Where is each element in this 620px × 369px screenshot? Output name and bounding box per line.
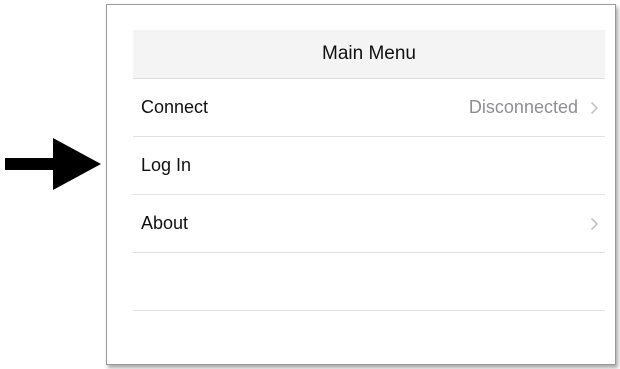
menu-item-label: About	[141, 213, 189, 233]
chevron-right-icon	[590, 101, 599, 114]
connection-status: Disconnected	[468, 97, 578, 117]
menu-title: Main Menu	[322, 43, 416, 64]
menu-list: Connect Disconnected Log In About	[133, 79, 605, 311]
menu-empty-row	[133, 253, 605, 311]
menu-item-connect[interactable]: Connect Disconnected	[133, 79, 605, 137]
chevron-right-icon	[590, 217, 599, 230]
screenshot-stage: Main Menu Connect Disconnected Log In Ab…	[0, 0, 620, 369]
menu-item-label: Log In	[141, 155, 192, 175]
main-menu-panel: Main Menu Connect Disconnected Log In Ab…	[106, 4, 616, 365]
menu-item-about[interactable]: About	[133, 195, 605, 253]
menu-item-log-in[interactable]: Log In	[133, 137, 605, 195]
menu-header: Main Menu	[133, 30, 605, 79]
pointer-arrow-icon	[5, 138, 101, 190]
menu-item-label: Connect	[141, 97, 209, 117]
